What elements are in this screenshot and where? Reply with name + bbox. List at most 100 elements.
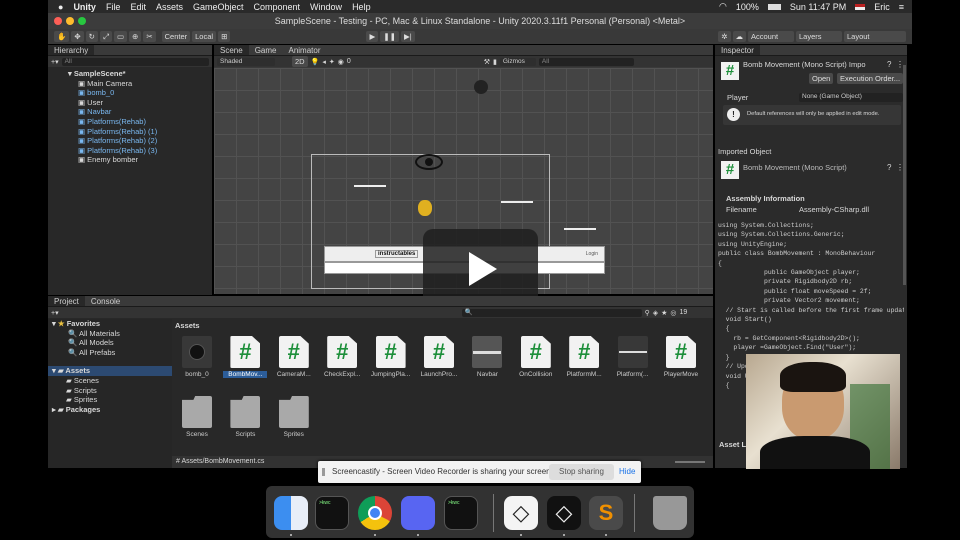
asset-item[interactable]: Scripts [223,396,267,438]
pause-button[interactable]: ❚❚ [380,31,399,42]
menu-assets[interactable]: Assets [156,2,183,12]
minimize-window-button[interactable] [66,17,74,25]
add-asset-icon[interactable]: +▾ [51,309,59,317]
hide-button[interactable]: Hide [619,467,635,476]
trash-icon[interactable] [653,496,687,530]
2d-toggle[interactable]: 2D [292,56,308,67]
grid-snap-icon[interactable]: ⊞ [218,31,231,42]
asset-item[interactable]: Sprites [272,396,316,438]
platform[interactable] [501,201,533,203]
asset-item[interactable]: Platform(... [611,336,655,378]
asset-item[interactable]: # BombMov... [223,336,268,378]
hierarchy-search-input[interactable]: All [61,57,209,66]
folder-scripts[interactable]: ▰ Scripts [48,386,172,396]
drag-handle-icon[interactable] [322,468,325,476]
collab-icon[interactable]: ✲ [718,31,731,42]
tab-animator[interactable]: Animator [282,45,326,55]
tab-hierarchy[interactable]: Hierarchy [48,45,95,55]
tab-scene[interactable]: Scene [214,45,249,55]
pivot-center-button[interactable]: Center [161,31,191,42]
menu-file[interactable]: File [106,2,121,12]
platform[interactable] [354,185,386,187]
platform[interactable] [564,228,596,230]
clock[interactable]: Sun 11:47 PM [790,2,846,12]
chrome-icon[interactable] [358,496,392,530]
bomb-sprite[interactable] [474,80,488,94]
rotate-tool-icon[interactable]: ↻ [85,31,98,42]
custom-tool-icon[interactable]: ✂ [143,31,156,42]
assets-breadcrumb[interactable]: Assets [175,321,200,330]
shading-dropdown[interactable]: Shaded [217,57,275,66]
terminal-icon[interactable]: >kwc [444,496,478,530]
sublime-text-icon[interactable]: S [589,496,623,530]
apple-icon[interactable]: ● [58,2,63,12]
hierarchy-item[interactable]: ▣ Platforms(Rehab) (1) [68,127,212,137]
unity-icon[interactable]: ◇ [547,496,581,530]
asset-item[interactable]: Navbar [465,336,509,378]
move-tool-icon[interactable]: ✥ [71,31,84,42]
assets-node[interactable]: ▾ ▰ Assets [48,366,172,376]
player-sprite[interactable] [418,200,432,216]
terminal-icon[interactable]: >kwc [315,496,349,530]
camera-icon[interactable]: ▮ [493,58,497,66]
folder-scenes[interactable]: ▰ Scenes [48,376,172,386]
menu-edit[interactable]: Edit [130,2,146,12]
scale-tool-icon[interactable]: ⤢ [99,31,112,42]
user-name[interactable]: Eric [874,2,890,12]
fav-all-models[interactable]: 🔍 All Models [48,338,172,348]
close-window-button[interactable] [54,17,62,25]
lighting-icon[interactable]: 💡 [311,58,320,66]
account-dropdown[interactable]: Account [748,31,794,42]
asset-item[interactable]: # PlatformM... [562,336,606,378]
label-icon[interactable]: ◈ [653,309,658,317]
hierarchy-item[interactable]: ▣ bomb_0 [68,88,212,98]
help-icon[interactable]: ? [887,163,891,172]
favorite-icon[interactable]: ★ [661,309,667,317]
fav-all-prefabs[interactable]: 🔍 All Prefabs [48,348,172,358]
scene-root[interactable]: ▾ SampleScene* [68,69,212,79]
layers-dropdown[interactable]: Layers [796,31,842,42]
help-icon[interactable]: ? [887,60,891,69]
asset-item[interactable]: # OnCollision [514,336,558,378]
asset-item[interactable]: bomb_0 [175,336,219,378]
audio-icon[interactable]: ◂ [322,58,326,66]
hierarchy-item[interactable]: ▣ Main Camera [68,79,212,89]
hierarchy-item[interactable]: ▣ User [68,98,212,108]
battery-icon[interactable] [767,3,781,10]
wifi-icon[interactable]: ◠ [719,1,727,12]
hierarchy-item[interactable]: ▣ Platforms(Rehab) (2) [68,136,212,146]
folder-sprites[interactable]: ▰ Sprites [48,395,172,405]
discord-icon[interactable] [401,496,435,530]
player-object-field[interactable]: None (Game Object) [799,93,903,102]
finder-icon[interactable] [274,496,308,530]
unity-hub-icon[interactable]: ◇ [504,496,538,530]
icon-size-slider[interactable] [675,461,705,463]
tab-project[interactable]: Project [48,296,85,306]
menu-component[interactable]: Component [254,2,301,12]
asset-item[interactable]: Scenes [175,396,219,438]
effects-icon[interactable]: ✦ [329,58,335,66]
cloud-icon[interactable]: ☁ [732,31,746,42]
step-button[interactable]: ▶| [400,31,415,42]
filter-icon[interactable]: ⚲ [645,309,650,317]
asset-item[interactable]: # CheckExpl... [320,336,364,378]
favorites-node[interactable]: ▾ ★ Favorites [48,319,172,329]
grid-icon[interactable]: ⚒ [484,58,490,66]
asset-item[interactable]: # LaunchPro... [417,336,461,378]
tab-console[interactable]: Console [85,296,126,306]
menu-window[interactable]: Window [310,2,342,12]
gizmos-dropdown[interactable]: Gizmos [499,57,536,66]
execution-order-button[interactable]: Execution Order... [837,73,904,84]
hierarchy-item[interactable]: ▣ Platforms(Rehab) [68,117,212,127]
hierarchy-item[interactable]: ▣ Enemy bomber [68,155,212,165]
stop-sharing-button[interactable]: Stop sharing [549,464,614,480]
menu-gameobject[interactable]: GameObject [193,2,244,12]
inspector-scrollbar[interactable] [903,65,906,285]
flag-icon[interactable] [855,3,866,10]
asset-item[interactable]: # PlayerMove [659,336,703,378]
hidden-objects-icon[interactable]: ◉ [338,58,344,66]
hierarchy-item[interactable]: ▣ Platforms(Rehab) (3) [68,146,212,156]
control-center-icon[interactable]: ≡ [899,2,904,12]
hierarchy-item[interactable]: ▣ Navbar [68,107,212,117]
scene-search-input[interactable]: All [538,57,634,66]
